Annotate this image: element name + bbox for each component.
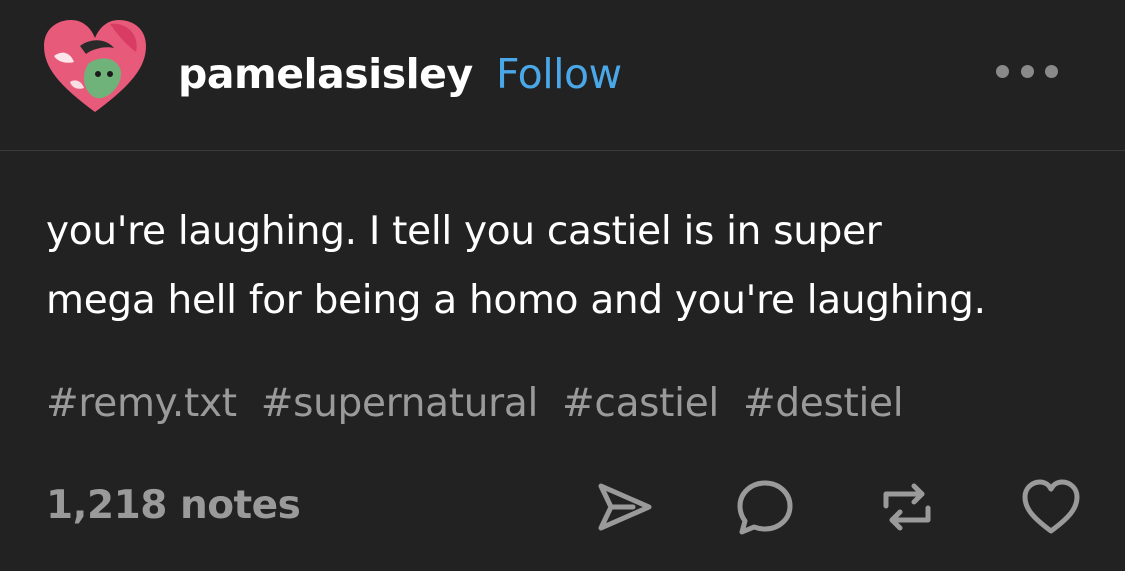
- reply-icon[interactable]: [734, 476, 796, 538]
- tag-link[interactable]: #destiel: [743, 376, 904, 432]
- post-text-line: mega hell for being a homo and you're la…: [46, 278, 986, 323]
- post-text-line: you're laughing. I tell you castiel is i…: [46, 209, 882, 254]
- like-icon[interactable]: [1020, 476, 1082, 538]
- tag-list: #remy.txt #supernatural #castiel #destie…: [46, 376, 1106, 432]
- follow-button[interactable]: Follow: [496, 48, 622, 100]
- tag-link[interactable]: #castiel: [562, 376, 719, 432]
- tumblr-post: pamelasisley Follow you're laughing. I t…: [0, 0, 1125, 571]
- post-header: pamelasisley Follow: [0, 0, 1125, 151]
- notes-count[interactable]: 1,218 notes: [46, 478, 301, 534]
- tag-link[interactable]: #remy.txt: [46, 376, 237, 432]
- avatar-heart-icon[interactable]: [40, 16, 150, 116]
- username-link[interactable]: pamelasisley: [178, 48, 473, 100]
- more-dot: [1020, 64, 1034, 78]
- share-icon[interactable]: [593, 476, 655, 538]
- more-dot: [996, 64, 1009, 78]
- reblog-icon[interactable]: [876, 476, 938, 538]
- more-options-icon[interactable]: [996, 60, 1058, 82]
- post-body: you're laughing. I tell you castiel is i…: [46, 197, 1106, 335]
- more-dot: [1045, 64, 1058, 78]
- tag-link[interactable]: #supernatural: [261, 376, 539, 432]
